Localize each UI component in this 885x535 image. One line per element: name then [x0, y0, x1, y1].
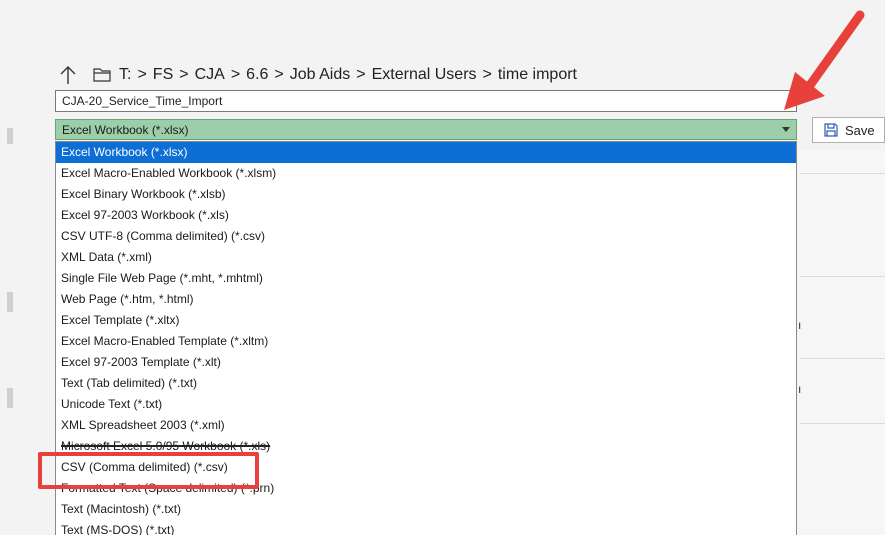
breadcrumb-separator: > [230, 66, 241, 83]
up-arrow-icon[interactable] [59, 65, 77, 85]
breadcrumb-separator: > [482, 66, 492, 83]
folder-icon [93, 68, 111, 82]
breadcrumb-item[interactable]: External Users [372, 66, 477, 83]
dropdown-option[interactable]: Excel Binary Workbook (*.xlsb) [56, 184, 796, 205]
right-options-area [797, 150, 885, 535]
dropdown-option-label: Microsoft Excel 5.0/95 Workbook (*.xls) [61, 439, 271, 453]
dropdown-option[interactable]: Excel 97-2003 Template (*.xlt) [56, 352, 796, 373]
dropdown-option-label: Excel Macro-Enabled Template (*.xltm) [61, 334, 269, 348]
truncated-glyph: ı [798, 318, 802, 332]
dropdown-option-label: Excel 97-2003 Template (*.xlt) [61, 355, 221, 369]
dropdown-option-label: Excel 97-2003 Workbook (*.xls) [61, 208, 229, 222]
dropdown-option-label: Excel Binary Workbook (*.xlsb) [61, 187, 226, 201]
dropdown-option-label: Text (Tab delimited) (*.txt) [61, 376, 198, 390]
dropdown-option[interactable]: Single File Web Page (*.mht, *.mhtml) [56, 268, 796, 289]
dropdown-option[interactable]: Text (MS-DOS) (*.txt) [56, 520, 796, 535]
dropdown-option[interactable]: Excel Macro-Enabled Workbook (*.xlsm) [56, 163, 796, 184]
dropdown-option-label: Excel Workbook (*.xlsx) [61, 145, 188, 159]
save-as-type-value: Excel Workbook (*.xlsx) [62, 122, 189, 137]
divider [800, 358, 885, 359]
dropdown-option[interactable]: Excel Workbook (*.xlsx) [56, 142, 796, 163]
dropdown-option[interactable]: Text (Tab delimited) (*.txt) [56, 373, 796, 394]
dropdown-option[interactable]: XML Spreadsheet 2003 (*.xml) [56, 415, 796, 436]
dropdown-option-label: Web Page (*.htm, *.html) [61, 292, 194, 306]
dropdown-option[interactable]: XML Data (*.xml) [56, 247, 796, 268]
breadcrumb-item[interactable]: CJA [195, 66, 225, 83]
dropdown-option-label: Excel Macro-Enabled Workbook (*.xlsm) [61, 166, 277, 180]
dropdown-option-label: CSV UTF-8 (Comma delimited) (*.csv) [61, 229, 266, 243]
dropdown-option[interactable]: CSV UTF-8 (Comma delimited) (*.csv) [56, 226, 796, 247]
divider [800, 276, 885, 277]
dropdown-option[interactable]: Text (Macintosh) (*.txt) [56, 499, 796, 520]
divider [800, 423, 885, 424]
dropdown-option-label: XML Spreadsheet 2003 (*.xml) [61, 418, 225, 432]
breadcrumb-separator: > [179, 66, 189, 83]
save-as-type-select[interactable]: Excel Workbook (*.xlsx) [55, 119, 797, 140]
gutter-mark [7, 292, 13, 312]
arrow-annotation-icon [784, 10, 865, 110]
dropdown-option-label: Excel Template (*.xltx) [61, 313, 180, 327]
dropdown-option[interactable]: Excel 97-2003 Workbook (*.xls) [56, 205, 796, 226]
highlight-annotation [38, 452, 259, 489]
dropdown-option-label: Single File Web Page (*.mht, *.mhtml) [61, 271, 263, 285]
breadcrumb-item[interactable]: Job Aids [290, 66, 350, 83]
breadcrumb-separator: > [137, 66, 147, 83]
breadcrumb-separator: > [356, 66, 366, 83]
dropdown-option-label: Text (MS-DOS) (*.txt) [61, 523, 175, 535]
truncated-glyph: ı [798, 382, 802, 396]
dropdown-option[interactable]: Unicode Text (*.txt) [56, 394, 796, 415]
gutter-mark [7, 128, 13, 144]
address-bar[interactable]: T: > FS > CJA >6.6 > Job Aids > External Users > ti… [59, 62, 577, 88]
dropdown-option-label: Text (Macintosh) (*.txt) [61, 502, 182, 516]
breadcrumb-item[interactable]: 6.6 [246, 66, 268, 83]
breadcrumb-item[interactable]: time import [498, 66, 577, 83]
filename-input[interactable] [55, 90, 797, 112]
top-bar [0, 0, 885, 40]
breadcrumb-item[interactable]: T: [119, 66, 131, 83]
dropdown-option[interactable]: Excel Macro-Enabled Template (*.xltm) [56, 331, 796, 352]
dropdown-option[interactable]: Web Page (*.htm, *.html) [56, 289, 796, 310]
left-gutter [0, 40, 40, 535]
breadcrumb[interactable]: T: > FS > CJA >6.6 > Job Aids > External Users > ti… [119, 66, 577, 84]
chevron-down-icon[interactable] [782, 127, 790, 132]
gutter-mark [7, 388, 13, 408]
dropdown-option-label: XML Data (*.xml) [61, 250, 152, 264]
divider [800, 173, 885, 174]
dropdown-option[interactable]: Excel Template (*.xltx) [56, 310, 796, 331]
breadcrumb-item[interactable]: FS [153, 66, 173, 83]
dropdown-option-label: Unicode Text (*.txt) [61, 397, 163, 411]
breadcrumb-separator: > [274, 66, 284, 83]
